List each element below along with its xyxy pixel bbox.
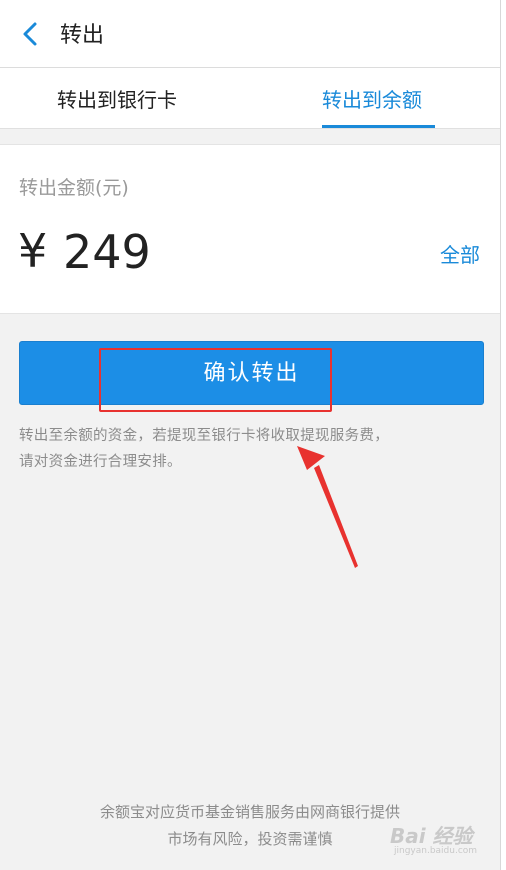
fee-notice-line-1: 转出至余额的资金，若提现至银行卡将收取提现服务费， [19, 428, 389, 444]
chevron-left-icon[interactable] [14, 18, 46, 50]
tab-to-balance[interactable]: 转出到余额 [322, 84, 422, 113]
screen-edge [500, 0, 506, 870]
fee-notice: 转出至余额的资金，若提现至银行卡将收取提现服务费， 请对资金进行合理安排。 [19, 423, 489, 475]
amount-card: 转出金额(元) ¥ 249 全部 [0, 144, 500, 314]
amount-input[interactable]: 249 [63, 225, 151, 279]
page-title: 转出 [60, 23, 105, 48]
fee-notice-line-2: 请对资金进行合理安排。 [19, 454, 182, 470]
tab-active-indicator [322, 125, 435, 128]
app-header: 转出 [0, 0, 500, 68]
annotation-arrow-icon [297, 446, 358, 568]
watermark-main: Bai 经验 [390, 824, 473, 848]
transfer-all-button[interactable]: 全部 [440, 239, 480, 268]
transfer-tabs: 转出到银行卡 转出到余额 [0, 68, 500, 129]
currency-symbol: ¥ [18, 224, 48, 278]
watermark-sub: jingyan.baidu.com [394, 846, 478, 856]
annotation-highlight-box [99, 348, 332, 412]
amount-label: 转出金额(元) [19, 177, 129, 199]
tab-to-bank-card[interactable]: 转出到银行卡 [57, 84, 177, 113]
watermark: Bai 经验 jingyan.baidu.com [390, 820, 502, 860]
